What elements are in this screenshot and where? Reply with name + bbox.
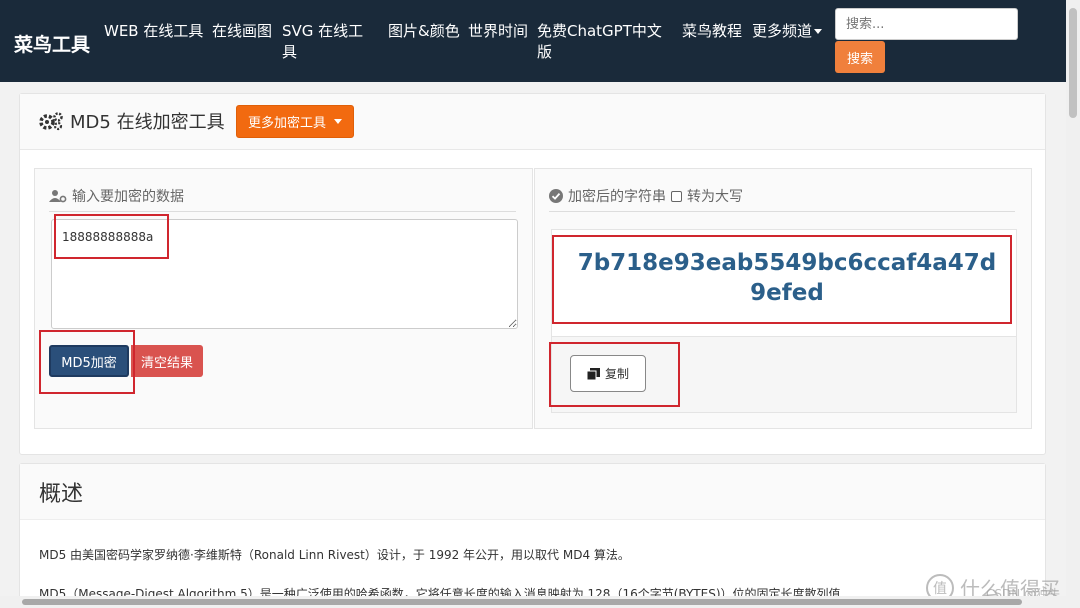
nav-item-web-tools[interactable]: WEB 在线工具	[104, 0, 204, 42]
nav-item-chatgpt[interactable]: 免费ChatGPT中文版	[537, 0, 667, 63]
md5-encrypt-button[interactable]: MD5加密	[49, 345, 129, 377]
output-title-text: 加密后的字符串	[568, 189, 666, 205]
user-gear-icon	[49, 190, 67, 203]
brand-logo[interactable]: 菜鸟工具	[0, 0, 100, 82]
copy-button[interactable]: 复制	[570, 355, 646, 392]
copy-label: 复制	[604, 367, 629, 381]
overview-header: 概述	[20, 464, 1045, 520]
nav-item-tutorial[interactable]: 菜鸟教程	[682, 0, 742, 42]
gears-icon	[39, 112, 63, 131]
nav-more-label: 更多频道	[752, 22, 813, 40]
page-title-text: MD5 在线加密工具	[70, 112, 225, 133]
nav-item-svg-tools[interactable]: SVG 在线工具	[282, 0, 377, 63]
uppercase-label: 转为大写	[687, 189, 743, 205]
more-encrypt-tools-button[interactable]: 更多加密工具	[236, 105, 354, 138]
nav-item-world-time[interactable]: 世界时间	[468, 0, 528, 42]
output-section-title: 加密后的字符串 转为大写	[549, 186, 743, 206]
nav-item-image-color[interactable]: 图片&颜色	[388, 0, 460, 42]
divider	[49, 211, 516, 212]
caret-down-icon	[334, 119, 342, 124]
nav-item-drawing[interactable]: 在线画图	[212, 0, 272, 42]
copy-icon	[586, 367, 600, 380]
input-textarea[interactable]	[51, 219, 518, 329]
caret-down-icon	[814, 29, 823, 34]
input-section-title: 输入要加密的数据	[49, 186, 184, 206]
md5-tool-panel: MD5 在线加密工具 更多加密工具 输入要加密的数据 MD5加密 清空结果 加密…	[19, 93, 1046, 455]
overview-paragraph-1: MD5 由美国密码学家罗纳德·李维斯特（Ronald Linn Rivest）设…	[39, 548, 630, 562]
search-button[interactable]: 搜索	[835, 41, 885, 73]
copy-area: 复制	[551, 337, 1017, 413]
top-navbar: 菜鸟工具 WEB 在线工具 在线画图 SVG 在线工具 图片&颜色 世界时间 免…	[0, 0, 1080, 82]
input-title-text: 输入要加密的数据	[72, 189, 184, 205]
md5-result-text: 7b718e93eab5549bc6ccaf4a47d9efed	[577, 250, 997, 306]
page-title: MD5 在线加密工具	[38, 108, 225, 134]
input-column: 输入要加密的数据 MD5加密 清空结果	[34, 168, 533, 429]
vertical-scroll-thumb[interactable]	[1069, 8, 1077, 118]
panel-header: MD5 在线加密工具 更多加密工具	[20, 94, 1045, 150]
clear-result-button[interactable]: 清空结果	[131, 345, 203, 377]
uppercase-checkbox[interactable]	[671, 190, 682, 202]
divider	[549, 211, 1015, 212]
search-input[interactable]	[835, 8, 1018, 40]
result-box: 7b718e93eab5549bc6ccaf4a47d9efed	[551, 229, 1017, 337]
nav-item-more-channels[interactable]: 更多频道	[752, 0, 832, 42]
overview-title: 概述	[39, 482, 84, 507]
horizontal-scrollbar[interactable]	[0, 596, 1066, 608]
overview-panel: 概述 MD5 由美国密码学家罗纳德·李维斯特（Ronald Linn Rives…	[19, 463, 1046, 608]
horizontal-scroll-thumb[interactable]	[22, 599, 1022, 605]
vertical-scrollbar[interactable]	[1066, 0, 1080, 608]
check-circle-icon	[549, 189, 563, 203]
more-tools-label: 更多加密工具	[247, 116, 326, 131]
output-column: 加密后的字符串 转为大写 7b718e93eab5549bc6ccaf4a47d…	[534, 168, 1032, 429]
